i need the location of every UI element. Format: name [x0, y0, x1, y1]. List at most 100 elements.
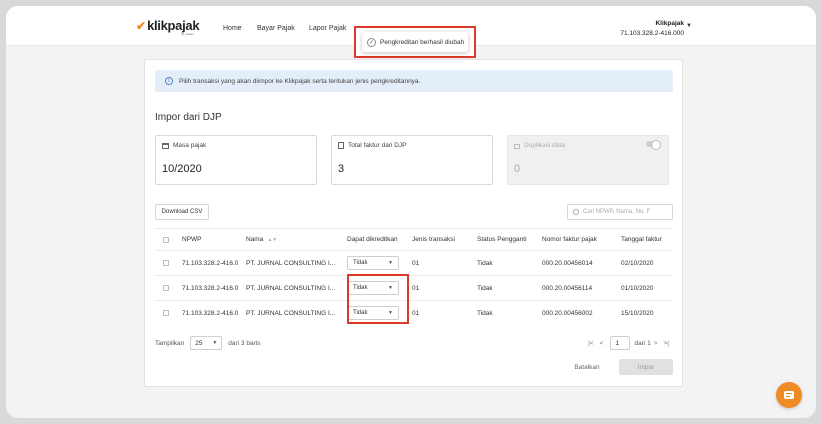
- logo-check-icon: ✔: [136, 18, 147, 33]
- page-size-value: 25: [195, 339, 203, 347]
- search-icon: [573, 209, 579, 215]
- select-all-checkbox[interactable]: [163, 236, 169, 243]
- row-nama: PT. JURNAL CONSULTING I...: [246, 284, 336, 292]
- table-row: 71.103.328.2-416.0 PT. JURNAL CONSULTING…: [155, 301, 673, 324]
- success-toast: ✓ Pengkreditan berhasil diubah: [362, 32, 468, 52]
- col-status-pengganti: Status Pengganti: [477, 236, 527, 243]
- sort-icon[interactable]: ▲▼: [267, 237, 277, 243]
- kredit-value: Tidak: [353, 310, 368, 316]
- total-faktur-value: 3: [338, 163, 345, 175]
- total-faktur-label: Total faktur dari DJP: [348, 142, 407, 149]
- row-count-label: dari 3 baris: [228, 339, 261, 347]
- page-size-select[interactable]: 25 ▼: [190, 336, 223, 350]
- row-nama: PT. JURNAL CONSULTING I...: [246, 259, 336, 267]
- col-nomor-faktur: Nomor faktur pajak: [542, 236, 597, 243]
- nav-bayar-pajak[interactable]: Bayar Pajak: [257, 25, 295, 32]
- chat-icon: [784, 391, 794, 399]
- row-nomor: 000.20.00456002: [542, 309, 593, 317]
- user-name: Klikpajak: [655, 20, 684, 27]
- kredit-select[interactable]: Tidak ▼: [347, 256, 399, 270]
- total-faktur-box: Total faktur dari DJP 3: [331, 135, 493, 185]
- row-npwp: 71.103.328.2-416.0: [182, 259, 239, 267]
- row-status: Tidak: [477, 309, 493, 317]
- check-circle-icon: ✓: [367, 37, 376, 47]
- table-header: NPWP Nama ▲▼ Dapat dikreditkan Jenis tran…: [155, 229, 673, 251]
- chevron-down-icon: ▼: [388, 260, 393, 266]
- search-input[interactable]: Cari NPWP, Nama, No. F: [567, 204, 673, 220]
- pagination: |< < 1 dari 1 > >|: [585, 336, 672, 350]
- prev-page-icon[interactable]: <: [600, 340, 604, 347]
- row-nomor: 000.20.00456014: [542, 259, 593, 267]
- toast-message: Pengkreditan berhasil diubah: [380, 38, 465, 46]
- duplikasi-toggle[interactable]: [646, 140, 661, 150]
- kredit-select[interactable]: Tidak ▼: [347, 281, 399, 295]
- masa-pajak-value: 10/2020: [162, 163, 202, 175]
- cancel-button[interactable]: Batalkan: [567, 359, 607, 375]
- kredit-value: Tidak: [353, 260, 368, 266]
- row-tanggal: 15/10/2020: [621, 309, 654, 317]
- table-row: 71.103.328.2-416.0 PT. JURNAL CONSULTING…: [155, 251, 673, 276]
- app-window: ✔ klikpajak by mekari Home Bayar Pajak L…: [6, 6, 816, 418]
- page-title: Impor dari DJP: [155, 112, 222, 123]
- last-page-icon[interactable]: >|: [664, 340, 669, 347]
- toast-highlight: ✓ Pengkreditan berhasil diubah: [354, 26, 476, 58]
- row-checkbox[interactable]: [163, 310, 169, 316]
- kredit-value: Tidak: [353, 285, 368, 291]
- kredit-select[interactable]: Tidak ▼: [347, 306, 399, 320]
- page-number-input[interactable]: 1: [610, 336, 631, 350]
- lock-icon: [514, 144, 520, 149]
- row-status: Tidak: [477, 284, 493, 292]
- col-npwp: NPWP: [182, 236, 202, 243]
- transactions-table: NPWP Nama ▲▼ Dapat dikreditkan Jenis tran…: [155, 228, 673, 324]
- col-nama-label: Nama: [246, 236, 264, 243]
- nav-lapor-pajak[interactable]: Lapor Pajak: [309, 25, 346, 32]
- row-jenis: 01: [412, 259, 420, 267]
- row-nomor: 000.20.00456114: [542, 284, 593, 292]
- import-card: i Pilih transaksi yang akan diimpor ke K…: [144, 59, 683, 387]
- row-tanggal: 02/10/2020: [621, 259, 654, 267]
- row-tanggal: 01/10/2020: [621, 284, 654, 292]
- info-icon: i: [165, 77, 173, 85]
- search-placeholder: Cari NPWP, Nama, No. F: [583, 209, 651, 215]
- table-row: 71.103.328.2-416.0 PT. JURNAL CONSULTING…: [155, 276, 673, 301]
- masa-pajak-label: Masa pajak: [173, 142, 207, 149]
- user-npwp: 71.103.328.2-416.000: [620, 30, 684, 37]
- duplikasi-data-box: Duplikasi data 0: [507, 135, 669, 185]
- page-count-label: dari 1: [634, 339, 651, 347]
- user-menu-caret-icon[interactable]: ▼: [686, 23, 692, 29]
- info-banner: i Pilih transaksi yang akan diimpor ke K…: [155, 70, 673, 92]
- masa-pajak-box: Masa pajak 10/2020: [155, 135, 317, 185]
- row-checkbox[interactable]: [163, 260, 169, 266]
- page-size-control: Tampilkan 25 ▼ dari 3 baris: [155, 336, 260, 350]
- row-jenis: 01: [412, 284, 420, 292]
- row-npwp: 71.103.328.2-416.0: [182, 284, 239, 292]
- row-npwp: 71.103.328.2-416.0: [182, 309, 239, 317]
- chevron-down-icon: ▼: [388, 310, 393, 316]
- logo-text: klikpajak: [147, 18, 200, 33]
- nav-home[interactable]: Home: [223, 25, 242, 32]
- user-menu[interactable]: Klikpajak 71.103.328.2-416.000: [620, 19, 684, 39]
- row-jenis: 01: [412, 309, 420, 317]
- document-icon: [338, 142, 344, 149]
- show-label: Tampilkan: [155, 339, 185, 347]
- logo-subtext: by mekari: [181, 32, 195, 36]
- download-csv-button[interactable]: Download CSV: [155, 204, 209, 220]
- first-page-icon[interactable]: |<: [588, 340, 593, 347]
- row-nama: PT. JURNAL CONSULTING I...: [246, 309, 336, 317]
- duplikasi-label: Duplikasi data: [524, 142, 565, 149]
- row-status: Tidak: [477, 259, 493, 267]
- col-tanggal-faktur: Tanggal faktur: [621, 236, 662, 243]
- calendar-icon: [162, 142, 169, 149]
- chevron-down-icon: ▼: [388, 285, 393, 291]
- chat-button[interactable]: [776, 382, 802, 408]
- info-text: Pilih transaksi yang akan diimpor ke Kli…: [179, 77, 421, 85]
- next-page-icon[interactable]: >: [654, 340, 658, 347]
- import-button[interactable]: Impor: [619, 359, 673, 375]
- duplikasi-value: 0: [514, 163, 521, 175]
- row-checkbox[interactable]: [163, 285, 169, 291]
- chevron-down-icon: ▼: [212, 340, 218, 346]
- col-nama[interactable]: Nama ▲▼: [246, 229, 277, 250]
- col-dapat-dikreditkan: Dapat dikreditkan: [347, 236, 398, 243]
- klikpajak-logo[interactable]: ✔ klikpajak by mekari: [136, 18, 200, 36]
- col-jenis-transaksi: Jenis transaksi: [412, 236, 455, 243]
